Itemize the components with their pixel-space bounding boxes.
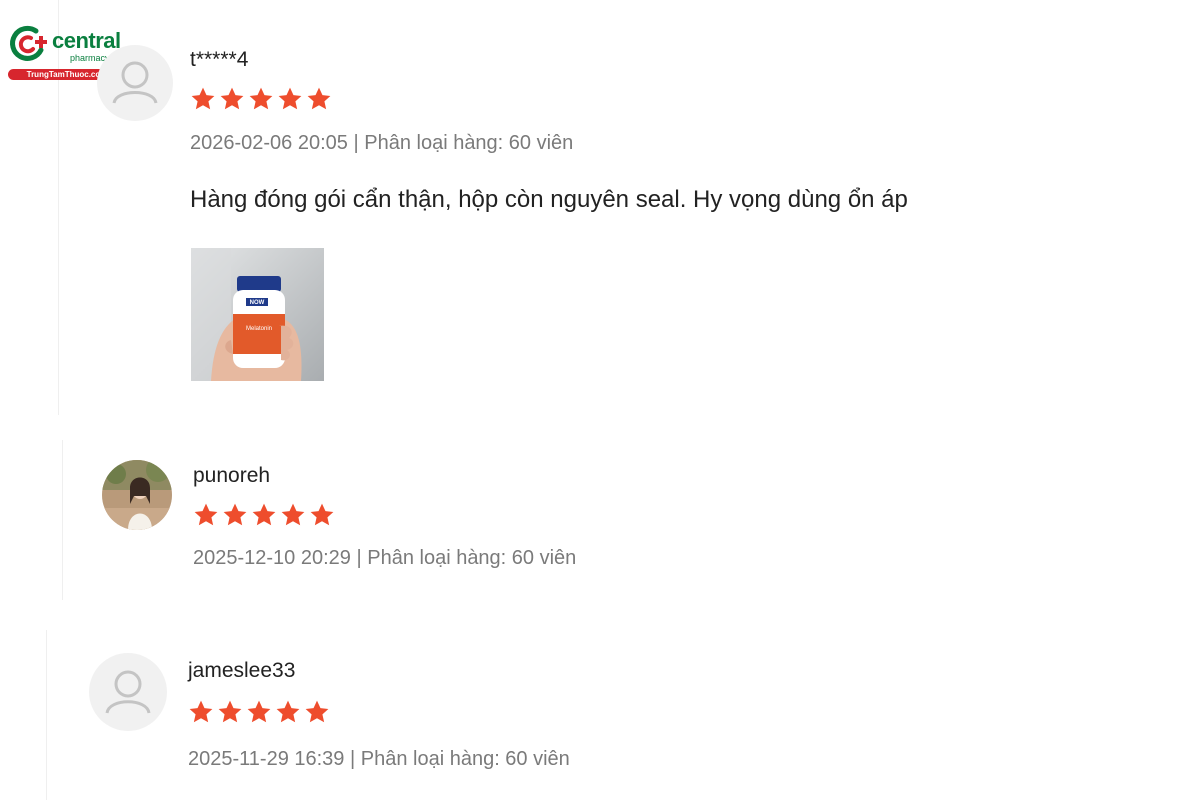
star-icon [189, 700, 213, 723]
product-name-label: Melatonin [246, 326, 272, 332]
star-icon [276, 700, 300, 723]
reviewer-name: jameslee33 [188, 659, 296, 682]
review-divider [46, 630, 47, 800]
product-brand-label: NOW [250, 300, 265, 306]
review-meta: 2026-02-06 20:05 | Phân loại hàng: 60 vi… [190, 132, 574, 154]
star-icon [191, 87, 215, 110]
star-icon [252, 503, 276, 526]
star-icon [218, 700, 242, 723]
rating-stars [193, 502, 335, 528]
logo-wordmark: central [52, 28, 121, 53]
review-comment: Hàng đóng gói cẩn thận, hộp còn nguyên s… [190, 186, 908, 213]
star-icon [310, 503, 334, 526]
review-variant: Phân loại hàng: 60 viên [360, 748, 570, 770]
default-user-icon [105, 670, 151, 714]
review-date: 2026-02-06 20:05 [190, 132, 348, 154]
star-icon [249, 87, 273, 110]
star-icon [247, 700, 271, 723]
review-meta: 2025-12-10 20:29 | Phân loại hàng: 60 vi… [193, 547, 577, 569]
logo-mark-icon [10, 25, 47, 61]
review-divider [62, 440, 63, 600]
star-icon [220, 87, 244, 110]
avatar [89, 653, 167, 731]
review-photo-thumbnail[interactable]: NOW Melatonin [191, 248, 324, 381]
star-icon [194, 503, 218, 526]
reviewer-name: punoreh [193, 464, 271, 487]
rating-stars [190, 86, 332, 112]
star-icon [278, 87, 302, 110]
review-variant: Phân loại hàng: 60 viên [367, 547, 577, 569]
review-date: 2025-12-10 20:29 [193, 547, 351, 569]
product-photo: NOW Melatonin [191, 248, 324, 381]
rating-stars [188, 699, 330, 725]
reviewer-name: t*****4 [190, 48, 249, 71]
star-icon [223, 503, 247, 526]
review-date: 2025-11-29 16:39 [188, 748, 345, 770]
avatar [102, 460, 172, 530]
star-icon [281, 503, 305, 526]
star-icon [305, 700, 329, 723]
user-photo [102, 460, 172, 530]
avatar [97, 45, 173, 121]
review-meta: 2025-11-29 16:39 | Phân loại hàng: 60 vi… [188, 748, 570, 770]
star-icon [307, 87, 331, 110]
default-user-icon [112, 61, 158, 104]
review-variant: Phân loại hàng: 60 viên [364, 132, 574, 154]
